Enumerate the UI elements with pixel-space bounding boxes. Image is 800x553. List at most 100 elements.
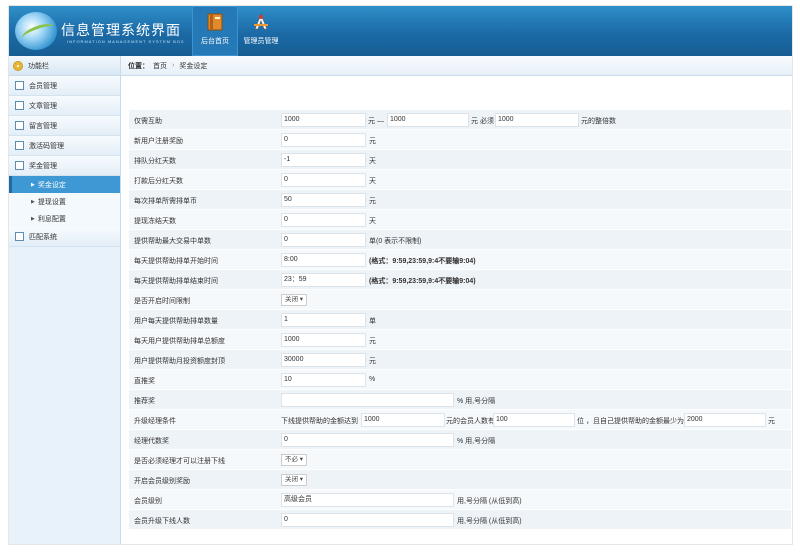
field-label: 打款后分红天数 <box>134 178 183 185</box>
form-row: 每天用户提供帮助排单总额度 1000 元 <box>129 330 791 350</box>
help-min-input[interactable]: 1000 <box>281 113 366 127</box>
field-label: 是否开启时间限制 <box>134 298 190 305</box>
unit-text: 天 <box>369 178 376 185</box>
unit-text: 天 <box>369 218 376 225</box>
form-row: 用户每天提供帮助排单数量 1 单 <box>129 310 791 330</box>
sidebar-item-activation[interactable]: 激活码管理 <box>9 136 120 156</box>
manager-gen-bonus-input[interactable]: 0 <box>281 433 454 447</box>
unit-text: 元 必须 <box>471 118 494 125</box>
max-orders-input[interactable]: 0 <box>281 233 366 247</box>
breadcrumb-prefix: 位置： <box>128 62 149 70</box>
breadcrumb-home[interactable]: 首页 <box>153 61 167 71</box>
unit-text: % 用,号分隔 <box>457 398 496 405</box>
form-row: 排队分红天数 -1 天 <box>129 150 791 170</box>
form-row: 是否必须经理才可以注册下线 不必 ▾ <box>129 450 791 470</box>
form-row: 直推奖 10 % <box>129 370 791 390</box>
sidebar-subitem-label: 提现设置 <box>37 198 66 206</box>
time-limit-select[interactable]: 关闭 ▾ <box>281 294 308 306</box>
field-label: 用户每天提供帮助排单数量 <box>134 318 218 325</box>
field-label: 每天提供帮助排单结束时间 <box>134 278 218 285</box>
unit-text: 元的整倍数 <box>581 118 616 125</box>
form-row: 会员升级下线人数 0 用,号分隔 (从低到高) <box>129 510 791 530</box>
sidebar-subitem-interest[interactable]: ▶ 利息配置 <box>9 210 120 227</box>
start-time-input[interactable]: 8:00 <box>281 253 366 267</box>
payout-days-input[interactable]: 0 <box>281 173 366 187</box>
field-label: 会员级别 <box>134 498 162 505</box>
unit-text: 元 — <box>368 118 384 125</box>
daily-orders-input[interactable]: 1 <box>281 313 366 327</box>
format-hint: (格式：9:59,23:59,9:4不要输9:04) <box>369 278 476 285</box>
field-label: 仅需互助 <box>134 118 162 125</box>
sidebar-item-label: 激活码管理 <box>29 142 64 150</box>
format-hint: (格式：9:59,23:59,9:4不要输9:04) <box>369 258 476 265</box>
form-row: 用户提供帮助月投资额度封顶 30000 元 <box>129 350 791 370</box>
form-row: 新用户注册奖励 0 元 <box>129 130 791 150</box>
self-amount-input[interactable]: 2000 <box>684 413 766 427</box>
referral-bonus-input[interactable] <box>281 393 454 407</box>
triangle-right-icon: ▶ <box>31 198 35 205</box>
form-row: 升级经理条件 下线提供帮助的金额达到 1000 元的会员人数有 100 位 ，且… <box>129 410 791 430</box>
help-multiple-input[interactable]: 1000 <box>495 113 579 127</box>
end-time-input[interactable]: 23：59 <box>281 273 366 287</box>
freeze-days-input[interactable]: 0 <box>281 213 366 227</box>
sidebar-item-label: 奖金管理 <box>29 162 57 170</box>
book-icon <box>207 13 223 31</box>
manager-required-select[interactable]: 不必 ▾ <box>281 454 308 466</box>
sidebar-item-member[interactable]: 会员管理 <box>9 76 120 96</box>
sidebar-subitem-withdraw[interactable]: ▶ 提现设置 <box>9 193 120 210</box>
form-row: 仅需互助 1000 元 — 1000 元 必须 1000 元的整倍数 <box>129 110 791 130</box>
monthly-cap-input[interactable]: 30000 <box>281 353 366 367</box>
app-subtitle: INFORMATION MANAGEMENT SYSTEM BOX <box>67 39 185 44</box>
member-count-input[interactable]: 100 <box>493 413 575 427</box>
nav-label: 管理员管理 <box>243 38 279 45</box>
level-bonus-select[interactable]: 关闭 ▾ <box>281 474 308 486</box>
sidebar-item-label: 会员管理 <box>29 82 57 90</box>
field-label: 直推奖 <box>134 378 155 385</box>
triangle-right-icon: ▶ <box>31 181 35 188</box>
register-bonus-input[interactable]: 0 <box>281 133 366 147</box>
unit-text: 单 <box>369 318 376 325</box>
breadcrumb: 位置： 首页 › 奖金设定 <box>121 56 792 76</box>
daily-total-input[interactable]: 1000 <box>281 333 366 347</box>
form-row: 开启会员级别奖励 关闭 ▾ <box>129 470 791 490</box>
sidebar-item-matching[interactable]: 匹配系统 <box>9 227 120 247</box>
nav-label: 后台首页 <box>201 38 229 45</box>
sidebar-subitem-bonus-settings[interactable]: ▶ 奖金设定 <box>9 176 120 193</box>
unit-text: 元 <box>768 418 775 425</box>
field-label: 是否必须经理才可以注册下线 <box>134 458 225 465</box>
globe-logo-icon <box>15 12 57 50</box>
downline-amount-input[interactable]: 1000 <box>361 413 445 427</box>
app-title: 信息管理系统界面 <box>61 22 181 38</box>
field-label: 每天用户提供帮助排单总额度 <box>134 338 225 345</box>
order-coin-input[interactable]: 50 <box>281 193 366 207</box>
sidebar: 功能栏 会员管理 文章管理 留言管理 激活码管理 奖金管理 ▶ 奖金设定 ▶ 提… <box>9 56 121 544</box>
field-label: 开启会员级别奖励 <box>134 478 190 485</box>
top-nav: 后台首页 管理员管理 <box>192 6 284 56</box>
calendar-icon <box>15 161 24 170</box>
queue-days-input[interactable]: -1 <box>281 153 366 167</box>
nav-backend-home[interactable]: 后台首页 <box>192 6 238 56</box>
form-row: 是否开启时间限制 关闭 ▾ <box>129 290 791 310</box>
unit-text: % 用,号分隔 <box>457 438 496 445</box>
sidebar-item-message[interactable]: 留言管理 <box>9 116 120 136</box>
form-row: 会员级别 高级会员 用,号分隔 (从低到高) <box>129 490 791 510</box>
field-label: 会员升级下线人数 <box>134 518 190 525</box>
breadcrumb-current: 奖金设定 <box>179 62 208 70</box>
sidebar-item-article[interactable]: 文章管理 <box>9 96 120 116</box>
sidebar-title: 功能栏 <box>28 62 49 70</box>
upgrade-downline-input[interactable]: 0 <box>281 513 454 527</box>
edit-icon <box>15 101 24 110</box>
direct-bonus-input[interactable]: 10 <box>281 373 366 387</box>
unit-text: 元 <box>369 138 376 145</box>
unit-text: 元 <box>369 198 376 205</box>
edit-icon <box>15 121 24 130</box>
form-row: 经理代数奖 0 % 用,号分隔 <box>129 430 791 450</box>
help-max-input[interactable]: 1000 <box>387 113 469 127</box>
member-level-input[interactable]: 高级会员 <box>281 493 454 507</box>
nav-admin-manage[interactable]: 管理员管理 <box>238 6 284 56</box>
sidebar-item-bonus[interactable]: 奖金管理 <box>9 156 120 176</box>
form-row: 推荐奖 % 用,号分隔 <box>129 390 791 410</box>
triangle-right-icon: ▶ <box>31 215 35 222</box>
member-icon <box>15 81 24 90</box>
field-label: 每天提供帮助排单开始时间 <box>134 258 218 265</box>
